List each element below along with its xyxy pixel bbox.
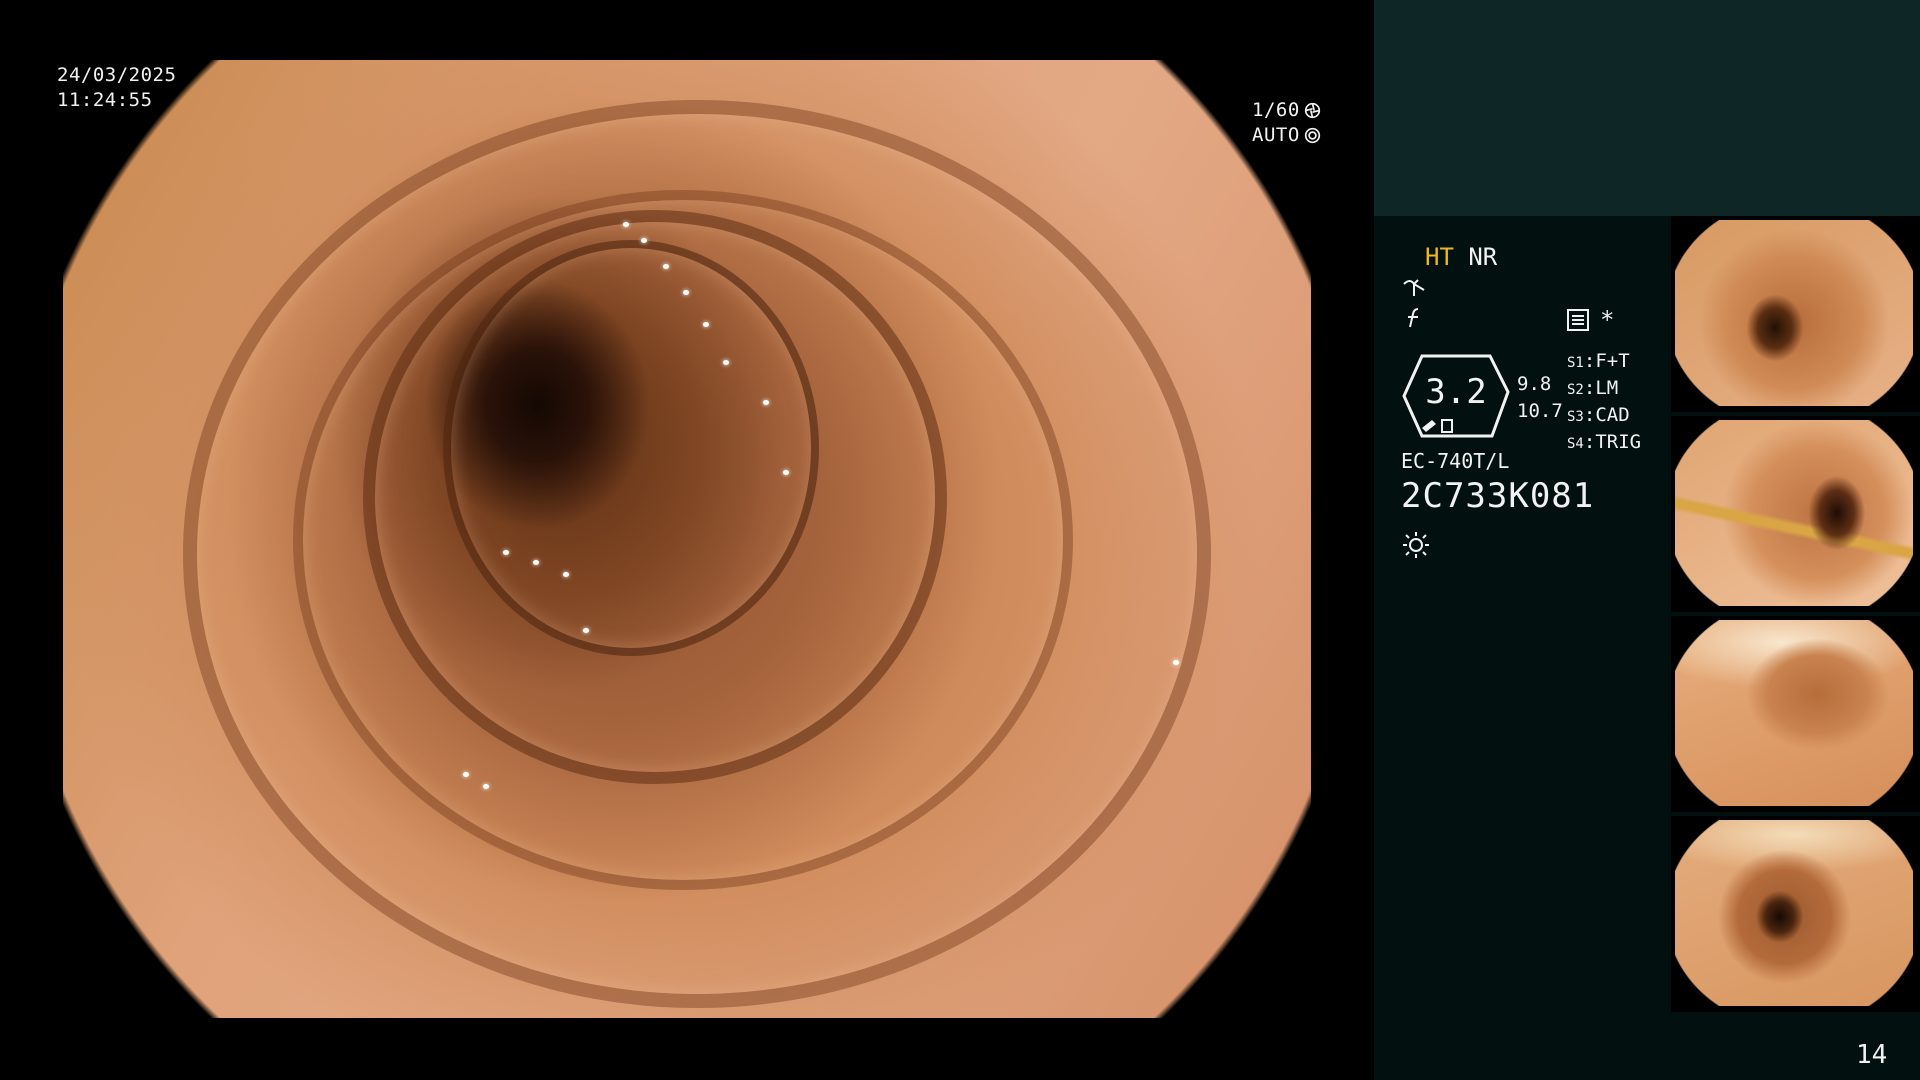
capture-thumbnail[interactable] [1671,816,1920,1012]
switch-row: S1:F+T [1567,350,1630,372]
zoom-secondary-a: 9.8 [1517,373,1552,395]
haustral-fold [443,240,819,656]
switch-row: S4:TRIG [1567,431,1642,453]
thumbnail-image [1675,420,1913,606]
specular-highlight [763,400,769,405]
enhancement-icon [1403,279,1425,296]
star-indicator: * [1600,306,1615,334]
light-mode-secondary: NR [1468,243,1498,271]
specular-highlight [1173,660,1179,665]
thumbnail-image [1675,620,1913,806]
shutter-text: 1/60 [1252,99,1300,121]
switch-assignments: S1:F+T S2:LM S3:CAD S4:TRIG [1567,349,1641,457]
specular-highlight [623,222,629,227]
specular-highlight [503,550,509,555]
thumbnail-image [1675,220,1913,406]
scope-model: EC-740T/L [1401,449,1510,473]
specular-highlight [533,560,539,565]
switch-row: S3:CAD [1567,404,1630,426]
exposure-overlay: 1/60 AUTO [1252,98,1321,148]
specular-highlight [583,628,589,633]
light-mode-primary: HT [1425,243,1454,271]
time-text: 11:24:55 [57,89,153,111]
endoscope-view: 24/03/2025 11:24:55 1/60 AUTO [0,0,1374,1080]
shutter-icon [1304,102,1320,119]
specular-highlight [723,360,729,365]
specular-highlight [563,572,569,577]
specular-highlight [783,470,789,475]
specular-highlight [683,290,689,295]
switch-row: S2:LM [1567,377,1619,399]
light-mode-indicator: HT NR [1425,243,1497,271]
exposure-mode-text: AUTO [1252,124,1300,146]
specular-highlight [663,264,669,269]
function-icon [1408,308,1419,328]
specular-highlight [463,772,469,777]
specular-highlight [641,238,647,243]
light-source-icon [1403,532,1429,558]
panel-header [1374,0,1920,216]
thumbnail-image [1675,820,1913,1006]
capture-thumbnail[interactable] [1671,616,1920,812]
colon-lumen-image [63,60,1311,1018]
scope-serial: 2C733K081 [1401,476,1595,516]
zoom-values: 9.8 10.7 [1517,371,1563,425]
zoom-secondary-b: 10.7 [1517,400,1563,422]
zoom-value: 3.2 [1425,372,1487,412]
auto-iris-icon [1304,127,1320,144]
specular-highlight [703,322,709,327]
date-time-overlay: 24/03/2025 11:24:55 [57,63,176,113]
capture-thumbnail[interactable] [1671,416,1920,612]
specular-highlight [483,784,489,789]
date-text: 24/03/2025 [57,64,177,86]
menu-icon [1567,309,1589,331]
page-number: 14 [1856,1040,1888,1070]
capture-thumbnail[interactable] [1671,216,1920,412]
